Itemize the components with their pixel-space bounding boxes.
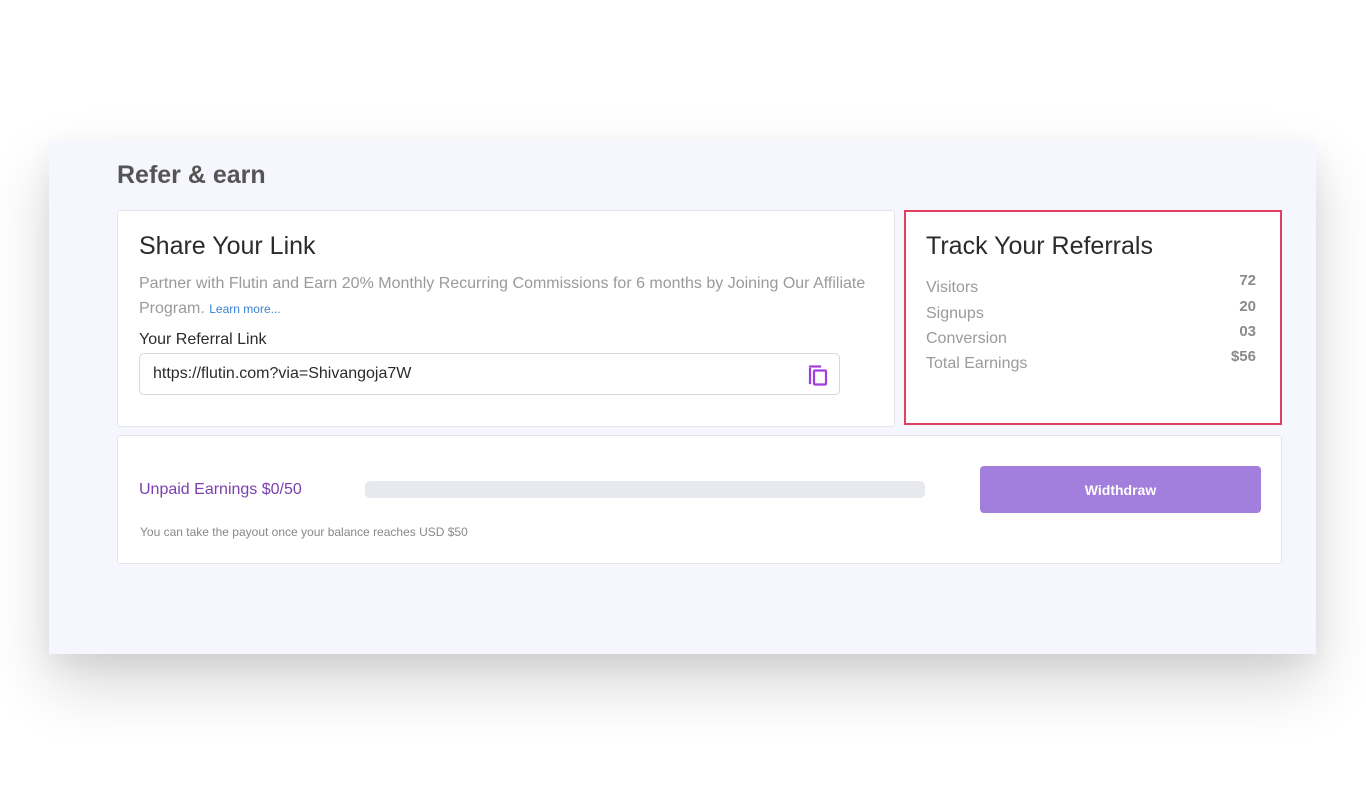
stat-value: 20 <box>1239 298 1256 315</box>
track-referrals-card: Track Your Referrals Visitors 72 Signups… <box>904 210 1282 425</box>
refer-earn-panel: Refer & earn Share Your Link Partner wit… <box>49 141 1316 654</box>
referral-link-input[interactable] <box>153 354 793 394</box>
stat-row-signups: Signups 20 <box>926 298 1256 323</box>
stat-row-visitors: Visitors 72 <box>926 272 1256 297</box>
share-link-title: Share Your Link <box>139 232 316 260</box>
learn-more-link[interactable]: Learn more... <box>209 302 280 316</box>
track-referrals-title: Track Your Referrals <box>926 232 1153 260</box>
stat-label: Signups <box>926 305 984 322</box>
unpaid-earnings-label: Unpaid Earnings $0/50 <box>139 481 302 498</box>
stat-value: 03 <box>1239 323 1256 340</box>
withdraw-button[interactable]: Widthdraw <box>980 466 1261 513</box>
stat-label: Conversion <box>926 330 1007 347</box>
earnings-progress-bar <box>365 481 925 498</box>
page-title: Refer & earn <box>117 161 266 189</box>
affiliate-description: Partner with Flutin and Earn 20% Monthly… <box>139 271 869 322</box>
referral-link-label: Your Referral Link <box>139 331 267 348</box>
stat-row-total-earnings: Total Earnings $56 <box>926 348 1256 373</box>
payout-note: You can take the payout once your balanc… <box>140 525 468 539</box>
stat-value: 72 <box>1239 272 1256 289</box>
stat-label: Total Earnings <box>926 355 1028 372</box>
unpaid-earnings-card: Unpaid Earnings $0/50 Widthdraw You can … <box>117 435 1282 564</box>
referral-link-field <box>139 353 840 395</box>
stat-row-conversion: Conversion 03 <box>926 323 1256 348</box>
copy-icon[interactable] <box>806 363 830 387</box>
stat-value: $56 <box>1230 348 1256 365</box>
stat-label: Visitors <box>926 279 979 296</box>
share-link-card: Share Your Link Partner with Flutin and … <box>117 210 895 427</box>
